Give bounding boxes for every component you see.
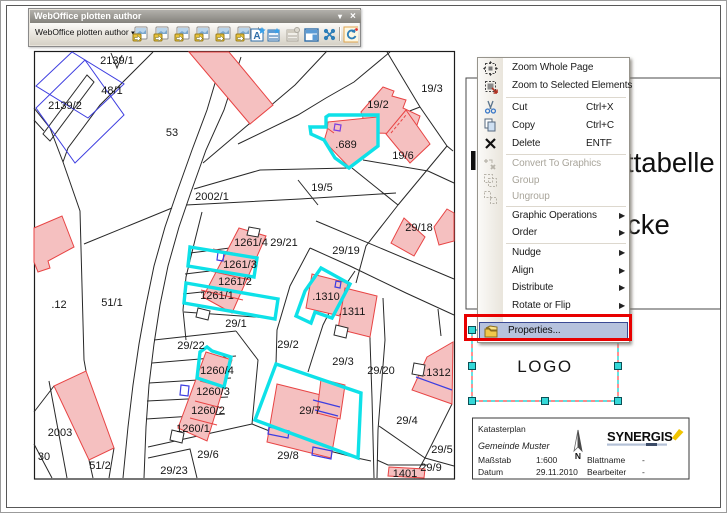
svg-text:.1310: .1310	[312, 291, 340, 303]
svg-text:53: 53	[166, 127, 178, 139]
svg-text:.1311: .1311	[339, 306, 366, 318]
svg-text:cke: cke	[627, 209, 670, 240]
svg-text:1261/3: 1261/3	[223, 259, 257, 271]
svg-text:2139/1: 2139/1	[100, 55, 134, 67]
svg-text:29/4: 29/4	[396, 415, 417, 427]
svg-text:-: -	[642, 467, 645, 477]
svg-text:19/6: 19/6	[392, 150, 413, 162]
svg-text:1260/2: 1260/2	[191, 405, 225, 417]
svg-text:29/2: 29/2	[277, 339, 298, 351]
svg-text:ttabelle: ttabelle	[626, 147, 715, 178]
svg-text:2003: 2003	[48, 427, 72, 439]
svg-text:1260/4: 1260/4	[200, 365, 234, 377]
svg-text:Maßstab: Maßstab	[478, 455, 511, 465]
svg-text:29/5: 29/5	[431, 444, 452, 456]
svg-text:1401: 1401	[393, 468, 417, 480]
svg-text:1260/3: 1260/3	[196, 386, 230, 398]
svg-text:-: -	[642, 455, 645, 465]
svg-text:1261/4: 1261/4	[234, 237, 268, 249]
svg-text:29/7: 29/7	[299, 405, 320, 417]
svg-text:48/1: 48/1	[101, 85, 122, 97]
svg-text:Gemeinde Muster: Gemeinde Muster	[478, 441, 551, 451]
svg-text:SYNERGIS: SYNERGIS	[607, 429, 673, 444]
svg-text:A: A	[253, 31, 260, 42]
svg-text:19/2: 19/2	[367, 99, 388, 111]
svg-text:1:600: 1:600	[536, 455, 558, 465]
svg-text:LOGO: LOGO	[517, 357, 573, 376]
svg-text:29/9: 29/9	[420, 462, 441, 474]
svg-text:1260/1: 1260/1	[176, 423, 210, 435]
svg-text:29.11.2010: 29.11.2010	[536, 467, 578, 477]
svg-text:29/8: 29/8	[277, 450, 298, 462]
svg-text:29/23: 29/23	[160, 465, 188, 477]
svg-text:19/5: 19/5	[311, 182, 332, 194]
svg-text:Katasterplan: Katasterplan	[478, 424, 526, 434]
svg-text:29/20: 29/20	[367, 365, 395, 377]
svg-text:N: N	[575, 451, 581, 461]
svg-text:29/6: 29/6	[197, 449, 218, 461]
svg-text:1261/2: 1261/2	[218, 276, 252, 288]
svg-text:29/1: 29/1	[225, 318, 246, 330]
svg-text:1261/1: 1261/1	[200, 290, 234, 302]
svg-text:29/22: 29/22	[177, 340, 205, 352]
svg-text:.1312: .1312	[423, 367, 451, 379]
svg-text:30: 30	[38, 451, 50, 463]
svg-text:Datum: Datum	[478, 467, 503, 477]
svg-text:2002/1: 2002/1	[195, 191, 229, 203]
svg-text:.689: .689	[335, 139, 356, 151]
svg-text:2139/2: 2139/2	[48, 100, 82, 112]
svg-text:51/1: 51/1	[101, 297, 122, 309]
svg-text:29/19: 29/19	[332, 245, 360, 257]
svg-text:29/21: 29/21	[270, 237, 298, 249]
svg-text:51/2: 51/2	[89, 460, 110, 472]
svg-text:Bearbeiter: Bearbeiter	[587, 467, 626, 477]
svg-text:Blattname: Blattname	[587, 455, 626, 465]
svg-text:.12: .12	[51, 299, 66, 311]
svg-text:29/18: 29/18	[405, 222, 433, 234]
svg-text:19/3: 19/3	[421, 83, 442, 95]
svg-text:29/3: 29/3	[332, 356, 353, 368]
